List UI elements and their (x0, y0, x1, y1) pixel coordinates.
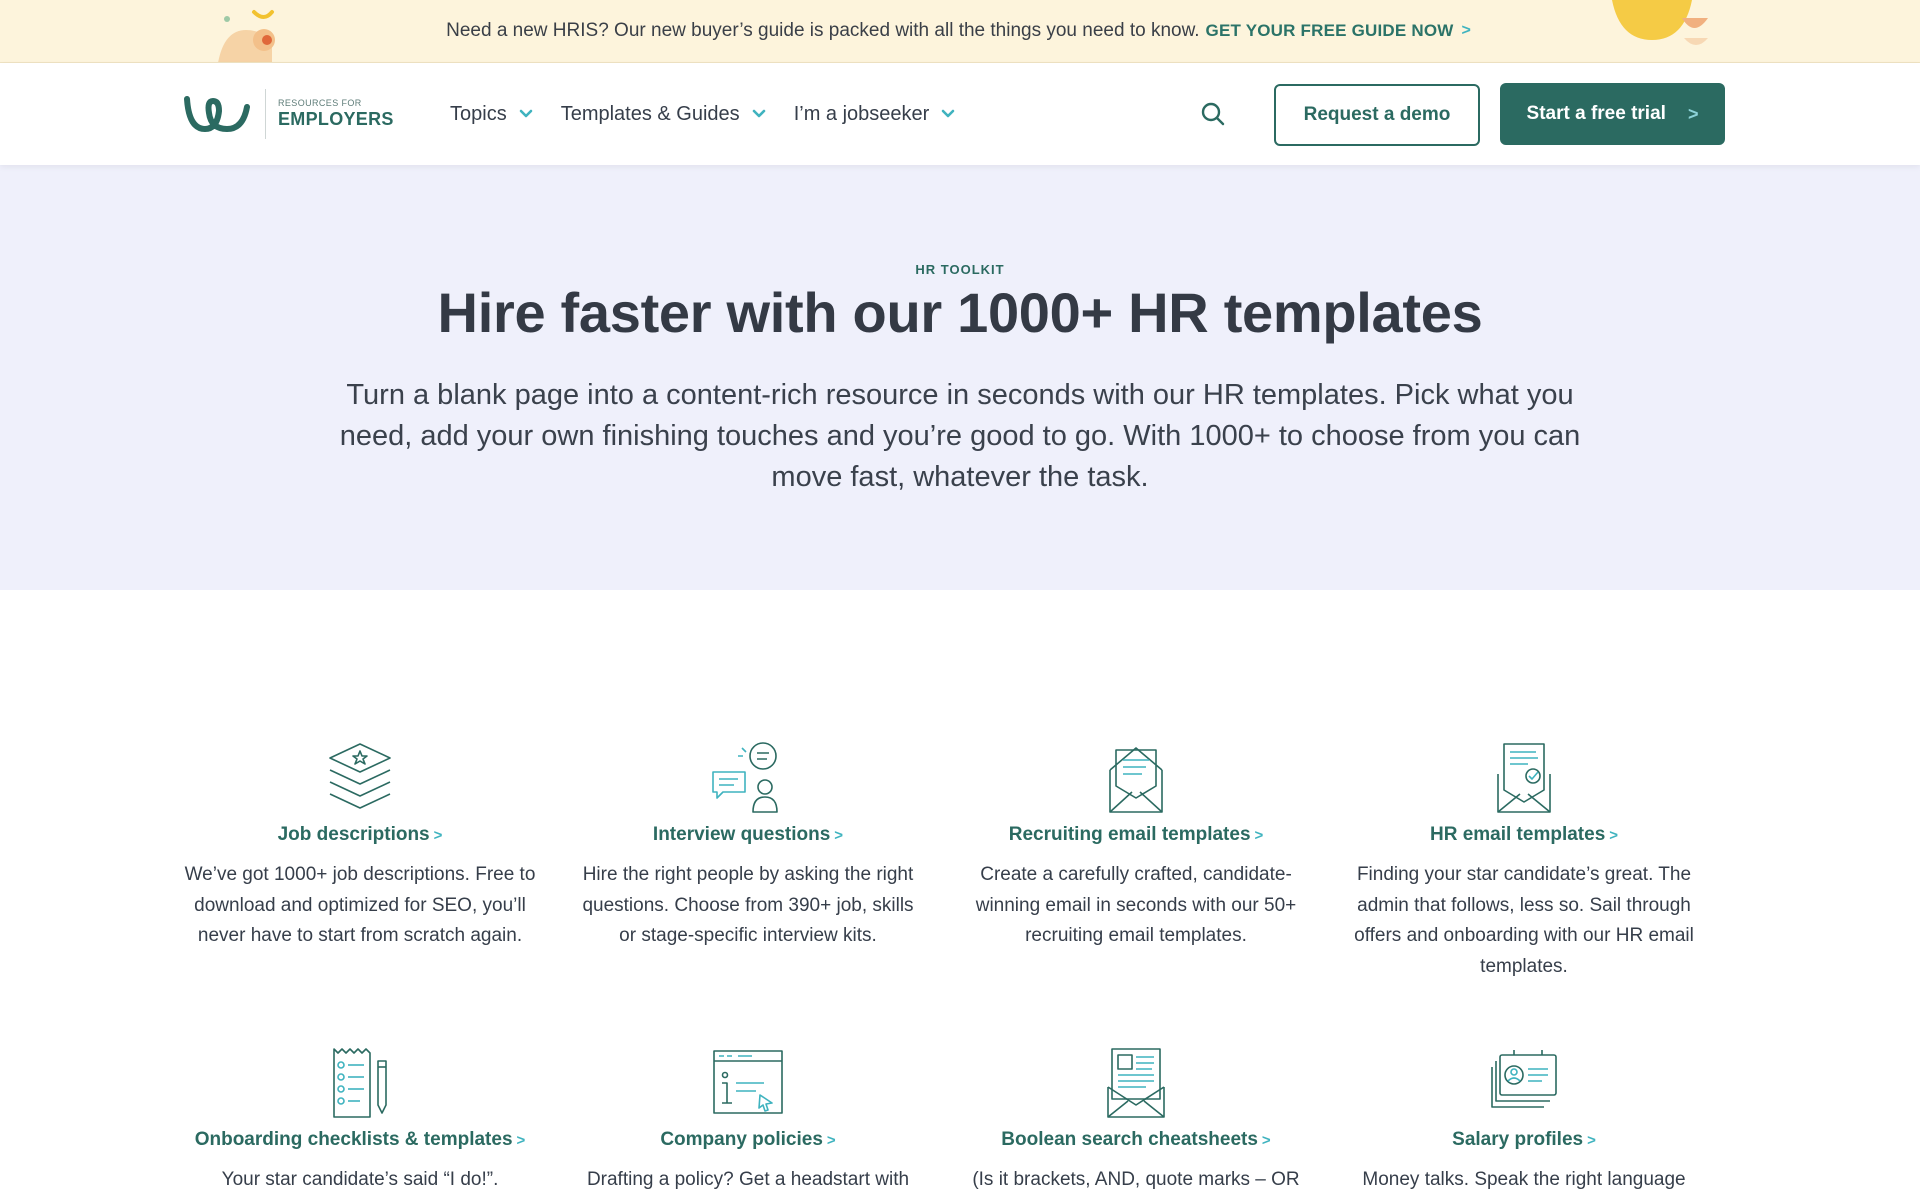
request-demo-button[interactable]: Request a demo (1274, 84, 1480, 146)
card-salary-profiles: Salary profiles > Money talks. Speak the … (1334, 1045, 1714, 1196)
logo-divider (265, 89, 266, 139)
nav-item-templates-guides[interactable]: Templates & Guides (561, 103, 766, 126)
card-recruiting-email-templates: Recruiting email templates > Create a car… (946, 740, 1326, 952)
chevron-right-icon[interactable]: > (1462, 22, 1471, 40)
checklist-pencil-icon (333, 1048, 387, 1118)
start-free-trial-button[interactable]: Start a free trial > (1500, 83, 1725, 145)
card-boolean-search-cheatsheets: Boolean search cheatsheets > (Is it brack… (946, 1045, 1326, 1196)
card-title-link[interactable]: Interview questions > (558, 824, 938, 846)
stacked-layers-star-icon (329, 743, 391, 809)
decorative-shapes-icon (218, 10, 275, 62)
search-icon[interactable] (1200, 101, 1226, 127)
card-description: Your star candidate’s said “I do!”. (221, 1169, 499, 1190)
nav-item-label: I’m a jobseeker (793, 102, 930, 125)
card-description: (Is it brackets, AND, quote marks – OR (972, 1169, 1300, 1190)
hero-eyebrow: HR TOOLKIT (915, 262, 1005, 277)
announcement-banner: Need a new HRIS? Our new buyer’s guide i… (0, 0, 1920, 63)
card-job-descriptions: Job descriptions > We’ve got 1000+ job de… (170, 740, 550, 952)
card-description: We’ve got 1000+ job descriptions. Free t… (184, 864, 536, 946)
document-envelope-icon (1107, 1048, 1165, 1118)
card-description: Create a carefully crafted, candidate-wi… (975, 864, 1297, 946)
chevron-down-icon (942, 109, 955, 118)
policy-window-icon (713, 1050, 783, 1114)
nav-item-topics[interactable]: Topics (450, 103, 533, 126)
site-header: RESOURCES FOR EMPLOYERS Topics Templates… (0, 63, 1920, 165)
start-free-trial-label: Start a free trial (1526, 103, 1666, 124)
logo-big-text: EMPLOYERS (278, 109, 394, 129)
brand-logo-icon (184, 96, 250, 132)
card-company-policies: Company policies > Drafting a policy? Get… (558, 1045, 938, 1196)
profile-cards-icon (1491, 1050, 1557, 1108)
chevron-down-icon (519, 109, 533, 118)
hero-subtitle: Turn a blank page into a content-rich re… (339, 379, 1581, 493)
page-title: Hire faster with our 1000+ HR templates (437, 281, 1483, 344)
hero-section: HR TOOLKIT Hire faster with our 1000+ HR… (0, 165, 1920, 590)
site-logo[interactable]: RESOURCES FOR EMPLOYERS (183, 85, 394, 143)
chevron-down-icon (752, 109, 765, 118)
banner-message: Need a new HRIS? Our new buyer’s guide i… (446, 20, 1200, 41)
chevron-right-icon: > (1687, 103, 1699, 124)
card-title-link[interactable]: Recruiting email templates > (946, 824, 1326, 846)
decorative-sun-icon (1612, 0, 1708, 45)
card-description: Drafting a policy? Get a headstart with (586, 1169, 910, 1190)
banner-cta-link[interactable]: GET YOUR FREE GUIDE NOW (1206, 21, 1454, 41)
logo-text: RESOURCES FOR EMPLOYERS (278, 98, 394, 130)
interview-chat-icon (712, 742, 778, 813)
card-title-link[interactable]: HR email templates > (1334, 824, 1714, 846)
envelope-letter-icon (1109, 747, 1163, 813)
card-onboarding-checklists: Onboarding checklists & templates > Your … (170, 1045, 550, 1196)
card-description: Hire the right people by asking the righ… (582, 864, 914, 946)
card-title-link[interactable]: Salary profiles > (1334, 1129, 1714, 1151)
card-title-link[interactable]: Job descriptions > (170, 824, 550, 846)
card-description: Finding your star candidate’s great. The… (1354, 864, 1694, 977)
nav-item-jobseeker[interactable]: I’m a jobseeker (794, 103, 956, 126)
nav-item-label: Topics (450, 102, 507, 125)
card-title-link[interactable]: Onboarding checklists & templates > (170, 1129, 550, 1151)
card-description: Money talks. Speak the right language (1362, 1169, 1686, 1190)
card-hr-email-templates: HR email templates > Finding your star ca… (1334, 740, 1714, 982)
envelope-check-icon (1497, 743, 1551, 813)
logo-small-text: RESOURCES FOR (278, 98, 362, 108)
card-title-link[interactable]: Company policies > (558, 1129, 938, 1151)
card-interview-questions: Interview questions > Hire the right peop… (558, 740, 938, 952)
card-title-link[interactable]: Boolean search cheatsheets > (946, 1129, 1326, 1151)
nav-item-label: Templates & Guides (560, 102, 740, 125)
main-nav: Topics Templates & Guides I’m a jobseeke… (450, 63, 983, 165)
